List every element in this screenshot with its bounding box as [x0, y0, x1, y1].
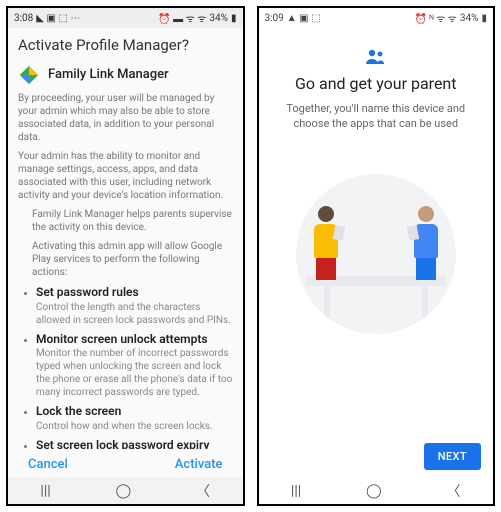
action-desc: Control the length and the characters al… [36, 301, 233, 327]
nav-bar: ||| ◯ 〈 [8, 478, 243, 504]
action-desc: Monitor the number of incorrect password… [36, 347, 233, 399]
subtext: Together, you'll name this device and ch… [275, 101, 478, 132]
app-header: Family Link Manager [18, 64, 233, 86]
next-row: NEXT [259, 435, 494, 478]
table-leg [324, 284, 330, 324]
nav-recents-icon[interactable]: ||| [40, 483, 50, 499]
action-title: Set password rules [36, 285, 233, 301]
family-link-icon [18, 64, 40, 86]
content-area: Family Link Manager By proceeding, your … [8, 60, 243, 449]
illustration [296, 174, 456, 334]
status-bar: 3:08 ◣ ▣ ⬚ ⋯ ⏰ ▬ ᯤ ᯤ 34% ▮ [8, 8, 243, 28]
intro-para-2: Your admin has the ability to monitor an… [18, 150, 233, 202]
status-left-icons: ▲ ▣ ⬚ [287, 13, 321, 24]
status-battery: 34% [460, 13, 479, 24]
phone-screen-right: 3:09 ▲ ▣ ⬚ ⏰ ᴺ ᯤ ᯤ 34% ▮ Go and get your… [257, 6, 496, 506]
nav-back-icon[interactable]: 〈 [447, 481, 461, 501]
person-child [414, 206, 438, 280]
action-desc: Control how and when the screen locks. [36, 420, 233, 433]
intro-para-1: By proceeding, your user will be managed… [18, 92, 233, 144]
status-bar: 3:09 ▲ ▣ ⬚ ⏰ ᴺ ᯤ ᯤ 34% ▮ [259, 8, 494, 28]
person-parent [314, 206, 338, 280]
nav-bar: ||| ◯ 〈 [259, 478, 494, 504]
activate-button[interactable]: Activate [175, 457, 223, 472]
battery-icon: ▮ [481, 13, 487, 24]
status-time: 3:09 [265, 13, 284, 24]
status-right-icons: ⏰ ᴺ ᯤ ᯤ [414, 11, 456, 25]
action-item: Lock the screen Control how and when the… [36, 404, 233, 433]
nav-back-icon[interactable]: 〈 [196, 481, 210, 501]
nav-home-icon[interactable]: ◯ [366, 483, 382, 499]
headline: Go and get your parent [295, 74, 457, 93]
intro-para-3: Family Link Manager helps parents superv… [32, 208, 233, 234]
action-item: Set password rules Control the length an… [36, 285, 233, 327]
intro-para-4: Activating this admin app will allow Goo… [32, 240, 233, 279]
action-title: Set screen lock password expiry [36, 438, 233, 449]
status-right-icons: ⏰ ▬ ᯤ ᯤ [158, 11, 206, 25]
phone-screen-left: 3:08 ◣ ▣ ⬚ ⋯ ⏰ ▬ ᯤ ᯤ 34% ▮ Activate Prof… [6, 6, 245, 506]
page-title: Activate Profile Manager? [8, 28, 243, 60]
cancel-button[interactable]: Cancel [28, 457, 68, 472]
people-icon [364, 48, 388, 66]
status-left-icons: ◣ ▣ ⬚ ⋯ [36, 13, 80, 24]
status-battery: 34% [209, 13, 228, 24]
dialog-buttons: Cancel Activate [8, 449, 243, 478]
app-name: Family Link Manager [48, 67, 169, 84]
action-title: Lock the screen [36, 404, 233, 420]
next-button[interactable]: NEXT [424, 443, 481, 470]
action-item: Monitor screen unlock attempts Monitor t… [36, 332, 233, 400]
status-time: 3:08 [14, 13, 33, 24]
action-item: Set screen lock password expiry Change h… [36, 438, 233, 449]
action-title: Monitor screen unlock attempts [36, 332, 233, 348]
table-leg [422, 284, 428, 324]
nav-home-icon[interactable]: ◯ [116, 483, 132, 499]
actions-list: Set password rules Control the length an… [18, 285, 233, 449]
battery-icon: ▮ [231, 13, 237, 24]
nav-recents-icon[interactable]: ||| [291, 483, 301, 499]
content-area: Go and get your parent Together, you'll … [259, 28, 494, 435]
